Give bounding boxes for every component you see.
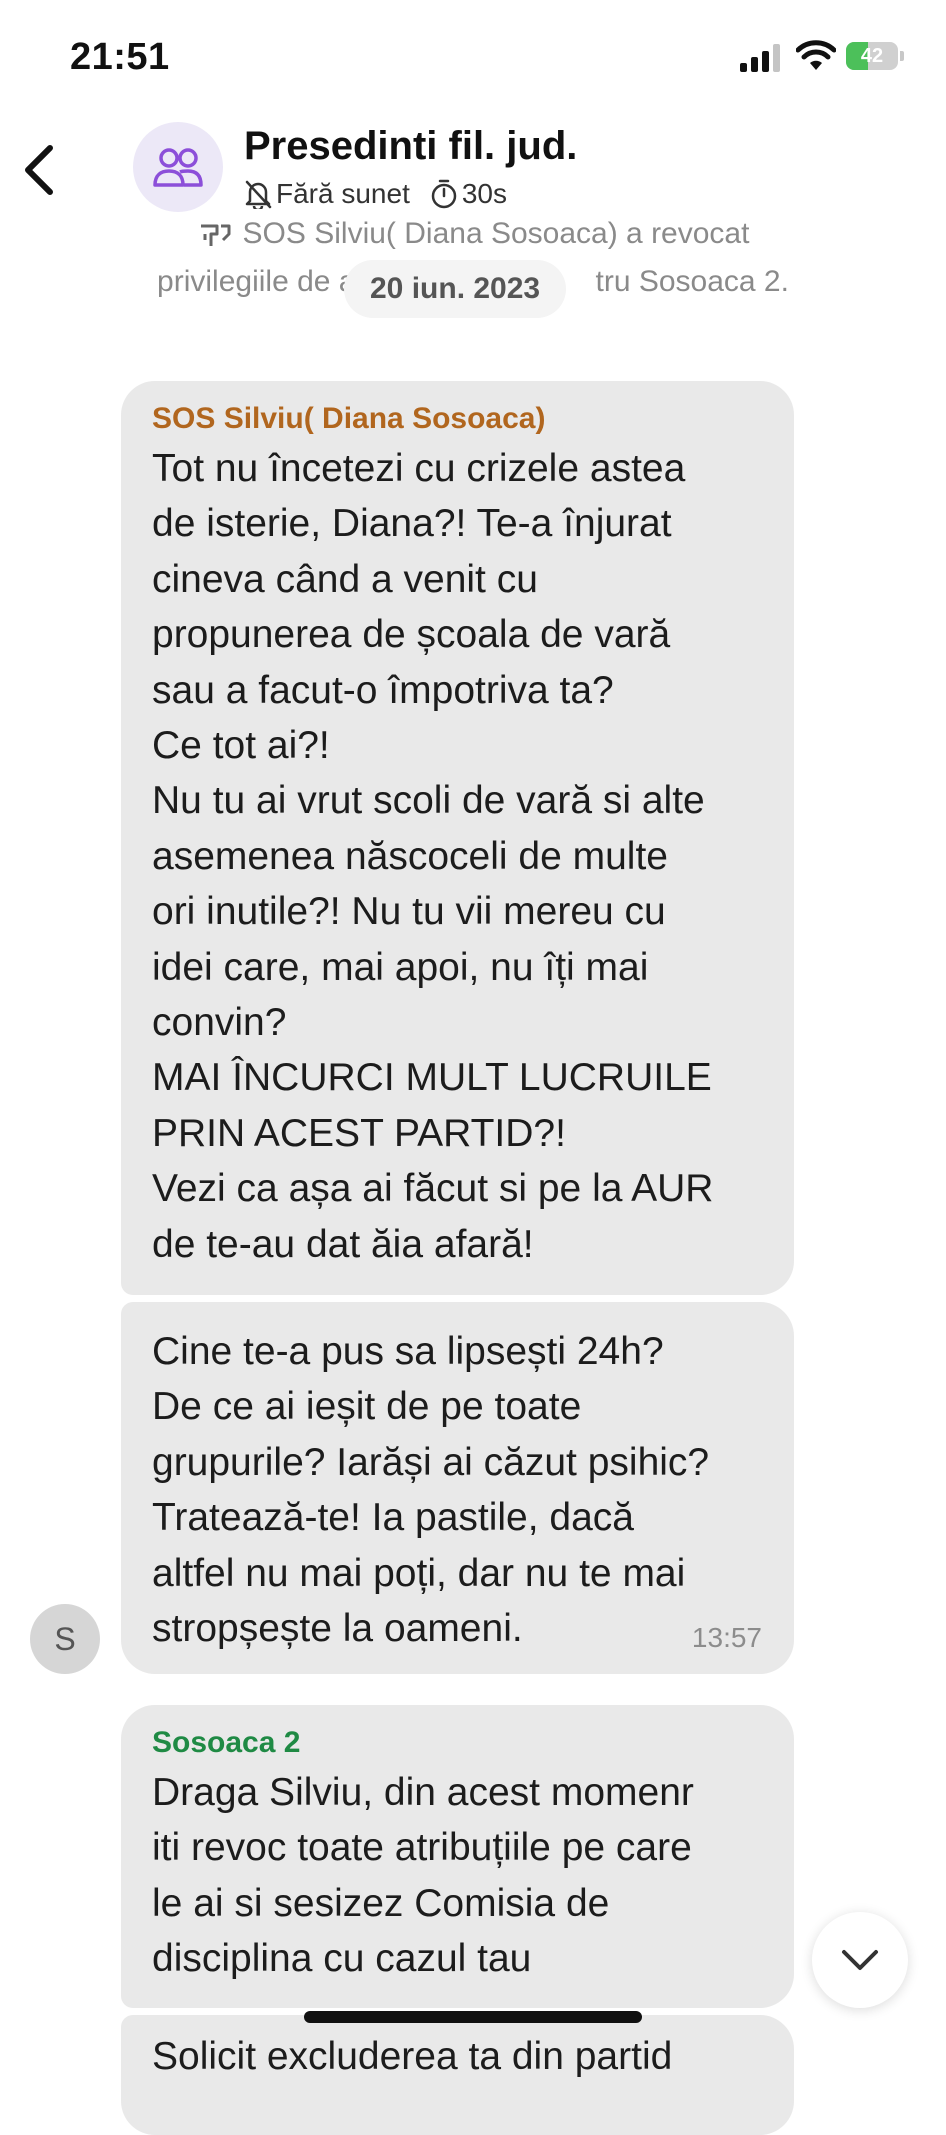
message-bubble[interactable]: Sosoaca 2 Draga Silviu, din acest momenr… <box>121 1705 794 2008</box>
sender-avatar[interactable]: S <box>30 1604 100 1674</box>
chevron-down-icon <box>842 1950 878 1970</box>
message-bubble[interactable]: SOS Silviu( Diana Sosoaca) Tot nu încete… <box>121 381 794 1295</box>
bell-slash-icon <box>245 180 272 209</box>
scroll-to-bottom-button[interactable] <box>812 1912 908 2008</box>
battery-icon: 42 <box>846 42 904 72</box>
back-chevron-icon[interactable] <box>20 140 60 200</box>
group-icon <box>153 148 203 187</box>
message-bubble[interactable]: Cine te-a pus sa lipsești 24h? De ce ai … <box>121 1302 794 1674</box>
wifi-icon <box>796 40 836 70</box>
chat-subtitle: Fără sunet 30s <box>244 176 507 212</box>
system-message-line2-start: privilegiile de a <box>157 265 356 298</box>
mute-label: Fără sunet <box>276 178 410 209</box>
message-text: Solicit excluderea ta din partid <box>152 2035 673 2078</box>
timer-label: 30s <box>461 178 508 209</box>
status-time: 21:51 <box>70 36 170 78</box>
cellular-signal-icon <box>740 44 780 72</box>
pin-off-icon <box>200 224 231 247</box>
chat-title[interactable]: Presedinti fil. jud. <box>244 124 577 169</box>
status-bar: 21:51 42 <box>0 0 946 110</box>
system-message-line2-end: tru Sosoaca 2. <box>595 265 789 298</box>
message-bubble[interactable]: Solicit excluderea ta din partid <box>121 2015 794 2135</box>
home-indicator[interactable] <box>304 2011 642 2023</box>
message-sender: SOS Silviu( Diana Sosoaca) <box>152 402 546 435</box>
message-text: Cine te-a pus sa lipsești 24h? De ce ai … <box>152 1330 710 1651</box>
system-message-line1: SOS Silviu( Diana Sosoaca) a revocat <box>242 217 750 250</box>
message-text: Draga Silviu, din acest momenr iti revoc… <box>152 1771 694 1981</box>
message-sender: Sosoaca 2 <box>152 1726 301 1759</box>
message-time: 13:57 <box>691 1622 762 1653</box>
group-avatar[interactable] <box>133 122 223 212</box>
date-separator: 20 iun. 2023 <box>344 260 567 318</box>
message-text: Tot nu încetezi cu crizele astea de iste… <box>152 447 714 1266</box>
battery-percent: 42 <box>860 45 884 67</box>
timer-icon <box>431 179 457 209</box>
